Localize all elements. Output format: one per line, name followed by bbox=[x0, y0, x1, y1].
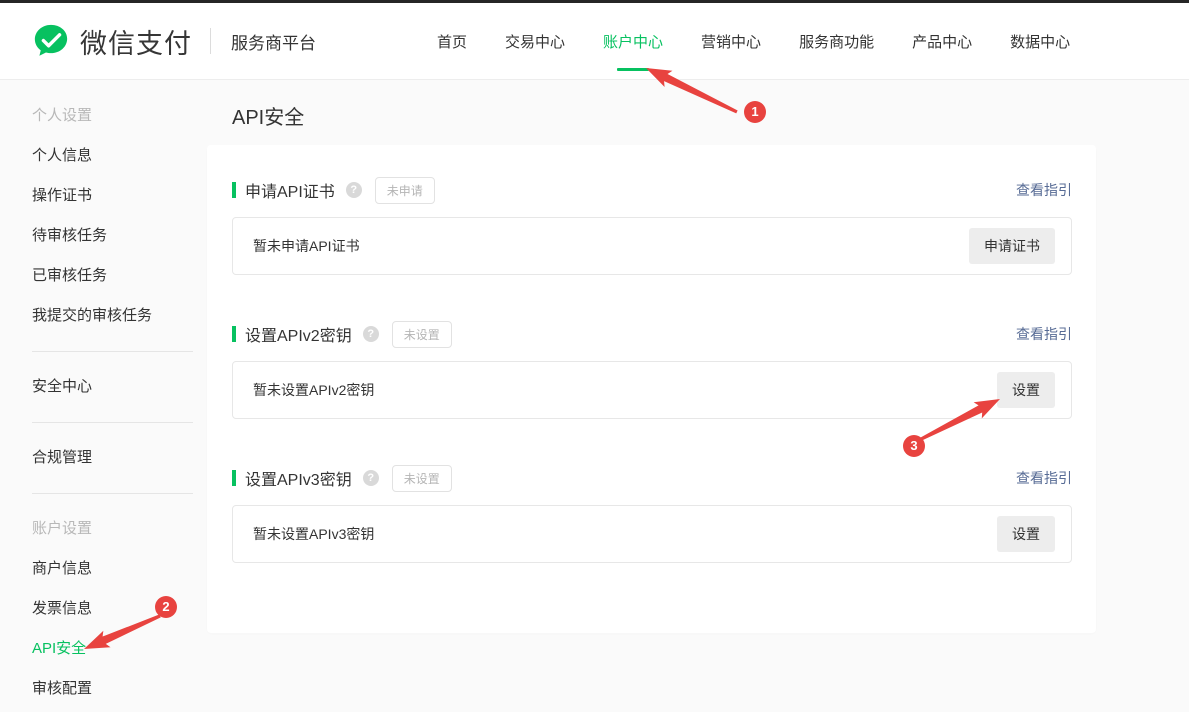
apply-certificate-button[interactable]: 申请证书 bbox=[969, 228, 1055, 264]
section-accent-bar bbox=[232, 326, 236, 342]
nav-item-product-center[interactable]: 产品中心 bbox=[912, 3, 972, 80]
nav-item-home[interactable]: 首页 bbox=[437, 3, 467, 80]
group-header-account-settings: 账户设置 bbox=[32, 509, 207, 549]
wechat-pay-logo-icon bbox=[32, 22, 70, 60]
sidebar-item-reviewed-tasks[interactable]: 已审核任务 bbox=[32, 256, 207, 296]
header: 微信支付 服务商平台 首页 交易中心 账户中心 营销中心 服务商功能 产品中心 … bbox=[0, 3, 1189, 80]
brand-name: 微信支付 bbox=[80, 22, 192, 61]
sidebar-item-review-config[interactable]: 审核配置 bbox=[32, 669, 207, 709]
sidebar-divider bbox=[32, 351, 193, 352]
set-apiv2-key-button[interactable]: 设置 bbox=[997, 372, 1055, 408]
section-apiv2-key: 设置APIv2密钥 ? 未设置 查看指引 暂未设置APIv2密钥 设置 bbox=[232, 323, 1072, 419]
section-title: 申请API证书 bbox=[245, 178, 335, 202]
group-header-personal-settings: 个人设置 bbox=[32, 96, 207, 136]
sidebar-item-personal-info[interactable]: 个人信息 bbox=[32, 136, 207, 176]
nav-item-account-center[interactable]: 账户中心 bbox=[603, 3, 663, 80]
section-apiv3-key: 设置APIv3密钥 ? 未设置 查看指引 暂未设置APIv3密钥 设置 bbox=[232, 467, 1072, 563]
brand-area[interactable]: 微信支付 bbox=[32, 22, 192, 61]
status-badge: 未设置 bbox=[392, 465, 452, 492]
section-box: 暂未设置APIv3密钥 设置 bbox=[232, 505, 1072, 563]
status-badge: 未设置 bbox=[392, 321, 452, 348]
status-badge: 未申请 bbox=[375, 177, 435, 204]
guide-link[interactable]: 查看指引 bbox=[1016, 324, 1072, 344]
sidebar-item-compliance-management[interactable]: 合规管理 bbox=[32, 438, 207, 478]
help-icon[interactable]: ? bbox=[346, 182, 362, 198]
nav-item-data-center[interactable]: 数据中心 bbox=[1010, 3, 1070, 80]
sidebar: 个人设置 个人信息 操作证书 待审核任务 已审核任务 我提交的审核任务 安全中心… bbox=[0, 80, 207, 709]
sidebar-item-my-submitted-tasks[interactable]: 我提交的审核任务 bbox=[32, 296, 207, 336]
section-accent-bar bbox=[232, 470, 236, 486]
sidebar-item-invoice-info[interactable]: 发票信息 bbox=[32, 589, 207, 629]
sidebar-divider bbox=[32, 422, 193, 423]
sidebar-item-api-security[interactable]: API安全 bbox=[32, 629, 207, 669]
nav-item-transaction-center[interactable]: 交易中心 bbox=[505, 3, 565, 80]
empty-state-text: 暂未设置APIv2密钥 bbox=[253, 380, 374, 400]
set-apiv3-key-button[interactable]: 设置 bbox=[997, 516, 1055, 552]
sidebar-item-merchant-info[interactable]: 商户信息 bbox=[32, 549, 207, 589]
active-nav-underline bbox=[617, 68, 649, 71]
section-box: 暂未设置APIv2密钥 设置 bbox=[232, 361, 1072, 419]
sidebar-item-operation-certificate[interactable]: 操作证书 bbox=[32, 176, 207, 216]
section-api-certificate: 申请API证书 ? 未申请 查看指引 暂未申请API证书 申请证书 bbox=[232, 179, 1072, 275]
section-title: 设置APIv2密钥 bbox=[245, 322, 352, 346]
empty-state-text: 暂未设置APIv3密钥 bbox=[253, 524, 374, 544]
section-box: 暂未申请API证书 申请证书 bbox=[232, 217, 1072, 275]
brand-divider bbox=[210, 28, 211, 54]
top-nav: 首页 交易中心 账户中心 营销中心 服务商功能 产品中心 数据中心 bbox=[437, 3, 1070, 80]
section-header: 申请API证书 ? 未申请 查看指引 bbox=[232, 179, 1072, 201]
page-title: API安全 bbox=[232, 104, 1096, 132]
guide-link[interactable]: 查看指引 bbox=[1016, 180, 1072, 200]
section-header: 设置APIv3密钥 ? 未设置 查看指引 bbox=[232, 467, 1072, 489]
section-accent-bar bbox=[232, 182, 236, 198]
nav-item-marketing-center[interactable]: 营销中心 bbox=[701, 3, 761, 80]
api-security-card: 申请API证书 ? 未申请 查看指引 暂未申请API证书 申请证书 设置APIv… bbox=[207, 145, 1096, 633]
empty-state-text: 暂未申请API证书 bbox=[253, 236, 360, 256]
nav-item-service-provider-features[interactable]: 服务商功能 bbox=[799, 3, 874, 80]
main-content: API安全 申请API证书 ? 未申请 查看指引 暂未申请API证书 申请证书 … bbox=[207, 80, 1096, 633]
help-icon[interactable]: ? bbox=[363, 326, 379, 342]
sidebar-item-pending-review-tasks[interactable]: 待审核任务 bbox=[32, 216, 207, 256]
section-header: 设置APIv2密钥 ? 未设置 查看指引 bbox=[232, 323, 1072, 345]
platform-name: 服务商平台 bbox=[231, 29, 316, 54]
section-title: 设置APIv3密钥 bbox=[245, 466, 352, 490]
sidebar-divider bbox=[32, 493, 193, 494]
sidebar-item-security-center[interactable]: 安全中心 bbox=[32, 367, 207, 407]
help-icon[interactable]: ? bbox=[363, 470, 379, 486]
guide-link[interactable]: 查看指引 bbox=[1016, 468, 1072, 488]
